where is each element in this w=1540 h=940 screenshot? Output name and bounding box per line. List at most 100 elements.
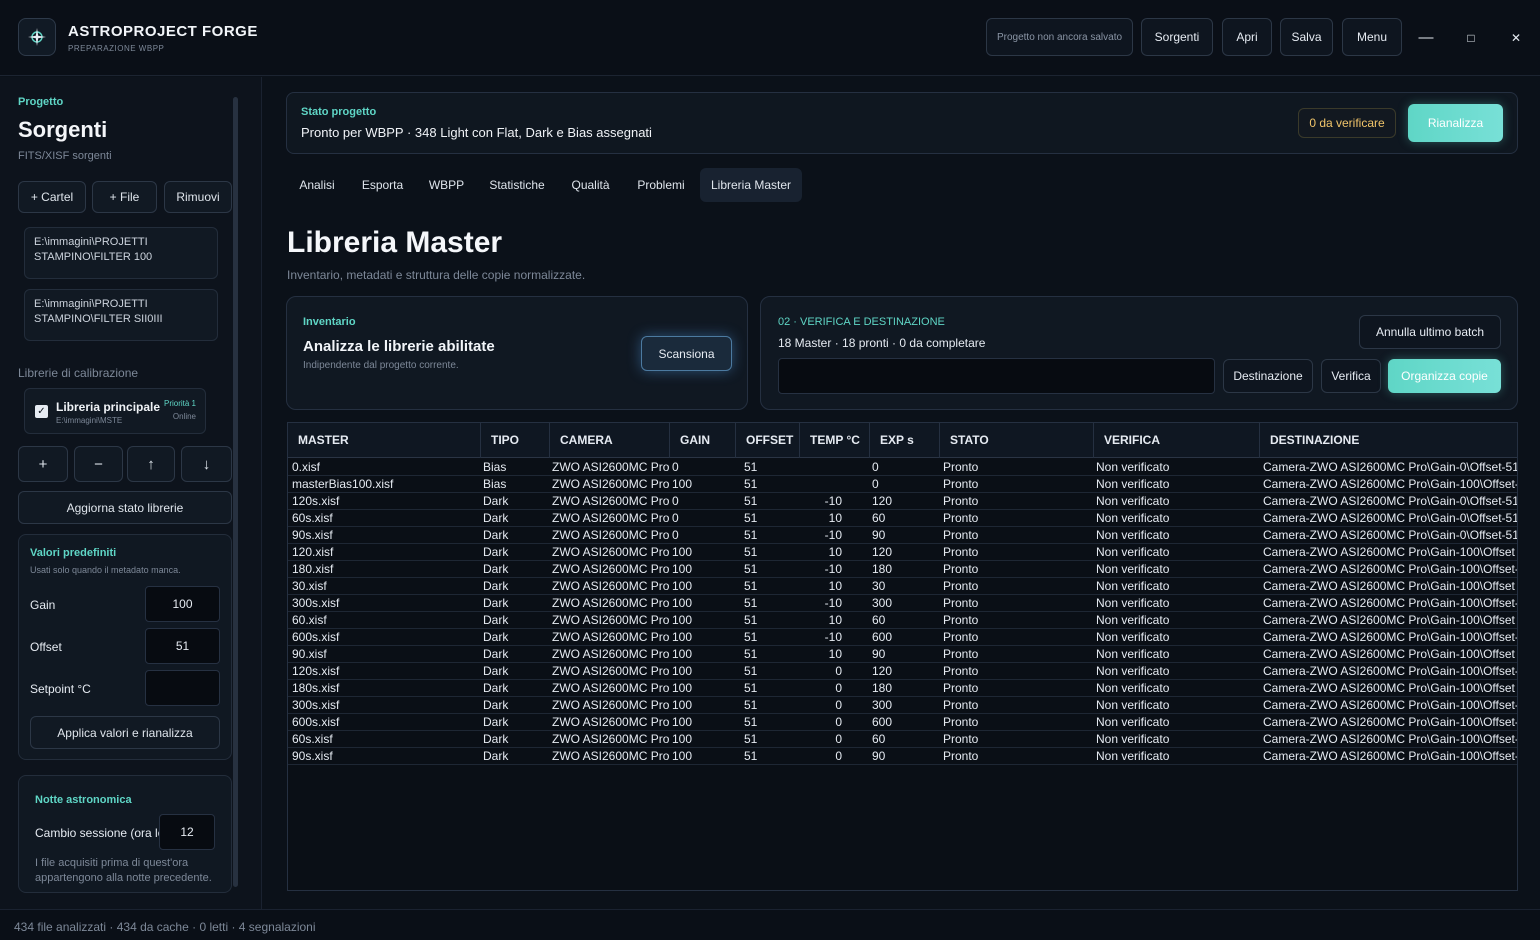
cell-camera: ZWO ASI2600MC Pro (552, 562, 670, 576)
table-row[interactable]: 90.xisf Dark ZWO ASI2600MC Pro 100 51 10 90 Pro… (288, 646, 1517, 663)
undo-last-batch-button[interactable]: Annulla ultimo batch (1359, 315, 1501, 349)
remove-source-button[interactable]: Rimuovi (164, 181, 232, 213)
table-row[interactable]: 300s.xisf Dark ZWO ASI2600MC Pro 100 51 -10 30… (288, 595, 1517, 612)
sidebar-scrollbar[interactable] (233, 97, 238, 887)
cell-offset: 51 (744, 545, 758, 559)
table-row[interactable]: 90s.xisf Dark ZWO ASI2600MC Pro 0 51 -10 90 Pro… (288, 527, 1517, 544)
cell-exp: 120 (872, 494, 893, 508)
destination-input[interactable] (778, 358, 1215, 394)
column-header-offset[interactable]: OFFSET (736, 423, 800, 458)
cell-tipo: Dark (483, 698, 509, 712)
column-header-temp[interactable]: TEMP °C (800, 423, 870, 458)
cell-stato: Pronto (943, 630, 979, 644)
cell-camera: ZWO ASI2600MC Pro (552, 732, 670, 746)
table-row[interactable]: 60.xisf Dark ZWO ASI2600MC Pro 100 51 10 60 Pro… (288, 612, 1517, 629)
table-row[interactable]: 0.xisf Bias ZWO ASI2600MC Pro 0 51 0 Pronto Non… (288, 459, 1517, 476)
close-icon[interactable]: ✕ (1506, 26, 1526, 50)
table-row[interactable]: masterBias100.xisf Bias ZWO ASI2600MC Pro 1… (288, 476, 1517, 493)
table-row[interactable]: 600s.xisf Dark ZWO ASI2600MC Pro 100 51 0 600 P… (288, 714, 1517, 731)
remove-library-button[interactable]: − (74, 446, 123, 482)
table-row[interactable]: 60s.xisf Dark ZWO ASI2600MC Pro 0 51 10 60 Pron… (288, 510, 1517, 527)
default-values-note: Usati solo quando il metadato manca. (30, 565, 181, 575)
cell-stato: Pronto (943, 732, 979, 746)
cell-stato: Pronto (943, 579, 979, 593)
app-subtitle: PREPARAZIONE WBPP (68, 44, 165, 53)
cell-tipo: Dark (483, 613, 509, 627)
cell-offset: 51 (744, 664, 758, 678)
cell-camera: ZWO ASI2600MC Pro (552, 477, 670, 491)
scan-button[interactable]: Scansiona (641, 336, 732, 371)
verify-button[interactable]: Verifica (1321, 359, 1381, 393)
add-file-button[interactable]: + File (92, 181, 157, 213)
table-row[interactable]: 60s.xisf Dark ZWO ASI2600MC Pro 100 51 0 60 Pro… (288, 731, 1517, 748)
update-libraries-button[interactable]: Aggiorna stato librerie (18, 491, 232, 524)
tab-analisi[interactable]: Analisi (288, 168, 346, 202)
column-header-destinazione[interactable]: DESTINAZIONE (1260, 423, 1517, 458)
open-button[interactable]: Apri (1222, 18, 1272, 56)
column-header-stato[interactable]: STATO (940, 423, 1094, 458)
cell-camera: ZWO ASI2600MC Pro (552, 545, 670, 559)
cell-verifica: Non verificato (1096, 698, 1170, 712)
table-row[interactable]: 120.xisf Dark ZWO ASI2600MC Pro 100 51 10 120 P… (288, 544, 1517, 561)
column-header-camera[interactable]: CAMERA (550, 423, 670, 458)
cell-camera: ZWO ASI2600MC Pro (552, 511, 670, 525)
table-row[interactable]: 180s.xisf Dark ZWO ASI2600MC Pro 100 51 0 180 P… (288, 680, 1517, 697)
table-row[interactable]: 180.xisf Dark ZWO ASI2600MC Pro 100 51 -10 180… (288, 561, 1517, 578)
sidebar-section-label: Progetto (18, 96, 64, 108)
tab-qualita[interactable]: Qualità (564, 168, 617, 202)
column-header-verifica[interactable]: VERIFICA (1094, 423, 1260, 458)
table-row[interactable]: 600s.xisf Dark ZWO ASI2600MC Pro 100 51 -10 60… (288, 629, 1517, 646)
table-row[interactable]: 90s.xisf Dark ZWO ASI2600MC Pro 100 51 0 90 Pro… (288, 748, 1517, 765)
tab-statistiche[interactable]: Statistiche (481, 168, 553, 202)
add-folder-button[interactable]: + Cartel (18, 181, 86, 213)
to-verify-badge[interactable]: 0 da verificare (1298, 108, 1396, 138)
cell-stato: Pronto (943, 681, 979, 695)
offset-input[interactable]: 51 (145, 628, 220, 664)
cell-offset: 51 (744, 511, 758, 525)
apply-defaults-button[interactable]: Applica valori e rianalizza (30, 716, 220, 749)
source-path-item[interactable]: E:\immagini\PROJETTI STAMPINO\FILTER 100 (24, 227, 218, 279)
default-values-title: Valori predefiniti (30, 547, 117, 559)
move-down-button[interactable]: ↓ (181, 446, 232, 482)
menu-button[interactable]: Menu (1342, 18, 1402, 56)
column-header-exp[interactable]: EXP s (870, 423, 940, 458)
setpoint-input[interactable] (145, 670, 220, 706)
maximize-icon[interactable]: □ (1461, 26, 1481, 50)
tab-problemi[interactable]: Problemi (631, 168, 691, 202)
library-item[interactable]: ✓ Libreria principale E:\immagini\MSTE P… (24, 388, 206, 434)
table-row[interactable]: 30.xisf Dark ZWO ASI2600MC Pro 100 51 10 30 Pro… (288, 578, 1517, 595)
sources-button[interactable]: Sorgenti (1141, 18, 1213, 56)
page-title: Libreria Master (287, 226, 503, 259)
cell-stato: Pronto (943, 460, 979, 474)
tab-libreria-master[interactable]: Libreria Master (700, 168, 802, 202)
table-row[interactable]: 300s.xisf Dark ZWO ASI2600MC Pro 100 51 0 300 P… (288, 697, 1517, 714)
table-row[interactable]: 120s.xisf Dark ZWO ASI2600MC Pro 0 51 -10 120 P… (288, 493, 1517, 510)
save-button[interactable]: Salva (1280, 18, 1333, 56)
cell-verifica: Non verificato (1096, 460, 1170, 474)
cell-destinazione: Camera-ZWO ASI2600MC Pro\Gain-100\Offset… (1263, 732, 1517, 746)
move-up-button[interactable]: ↑ (127, 446, 175, 482)
column-header-tipo[interactable]: TIPO (481, 423, 550, 458)
verify-label: 02 · VERIFICA E DESTINAZIONE (778, 316, 945, 328)
minimize-icon[interactable]: — (1416, 26, 1436, 50)
table-row[interactable]: 120s.xisf Dark ZWO ASI2600MC Pro 100 51 0 120 P… (288, 663, 1517, 680)
reanalyze-button[interactable]: Rianalizza (1408, 104, 1503, 142)
tab-esporta[interactable]: Esporta (354, 168, 411, 202)
column-header-gain[interactable]: GAIN (670, 423, 736, 458)
library-checkbox[interactable]: ✓ (35, 405, 48, 418)
organize-copies-button[interactable]: Organizza copie (1388, 359, 1501, 393)
tab-wbpp[interactable]: WBPP (422, 168, 471, 202)
gain-input[interactable]: 100 (145, 586, 220, 622)
source-path-item[interactable]: E:\immagini\PROJETTI STAMPINO\FILTER SII… (24, 289, 218, 341)
cell-offset: 51 (744, 579, 758, 593)
cell-offset: 51 (744, 749, 758, 763)
add-library-button[interactable]: + (18, 446, 68, 482)
destination-button[interactable]: Destinazione (1223, 359, 1313, 393)
cell-offset: 51 (744, 596, 758, 610)
cell-gain: 100 (672, 613, 693, 627)
cell-destinazione: Camera-ZWO ASI2600MC Pro\Gain-0\Offset-5… (1263, 528, 1517, 542)
session-change-input[interactable]: 12 (159, 814, 215, 850)
cell-master: 180.xisf (292, 562, 334, 576)
column-header-master[interactable]: MASTER (288, 423, 481, 458)
cell-gain: 100 (672, 630, 693, 644)
